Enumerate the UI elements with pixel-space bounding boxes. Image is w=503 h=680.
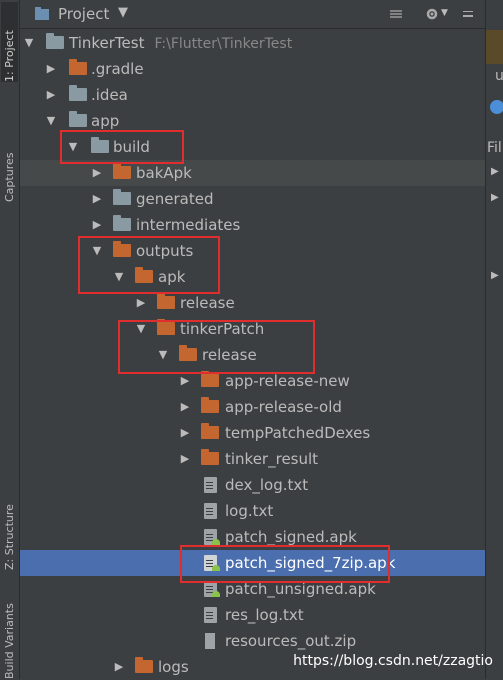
right-partial-label-file: Fil bbox=[487, 140, 502, 156]
right-arrow-icon[interactable]: ▶ bbox=[491, 166, 499, 177]
collapse-all-icon[interactable] bbox=[388, 6, 404, 22]
collapsed-arrow-icon[interactable]: ▶ bbox=[112, 654, 126, 680]
tree-row-res-log[interactable]: res_log.txt bbox=[20, 602, 485, 628]
tab-structure-label: Z: Structure bbox=[3, 504, 16, 570]
collapsed-arrow-icon[interactable]: ▶ bbox=[178, 420, 192, 446]
folder-icon bbox=[69, 59, 87, 75]
refresh-icon[interactable] bbox=[490, 100, 503, 114]
tab-captures-label: Captures bbox=[3, 152, 16, 202]
gear-icon[interactable] bbox=[424, 6, 440, 22]
right-partial-label: u bbox=[495, 68, 503, 84]
tab-project-label: 1: Project bbox=[3, 30, 16, 82]
hide-panel-icon[interactable] bbox=[460, 6, 476, 22]
expand-arrow-icon[interactable]: ▼ bbox=[22, 30, 36, 56]
tree-row-resources-out[interactable]: resources_out.zip bbox=[20, 628, 485, 654]
left-tool-strip: 1: Project Captures Z: Structure Build V… bbox=[0, 0, 20, 679]
tab-project[interactable]: 1: Project bbox=[1, 2, 18, 82]
text-file-icon bbox=[204, 503, 217, 519]
module-folder-icon bbox=[69, 111, 87, 127]
expand-arrow-icon[interactable]: ▼ bbox=[44, 108, 58, 134]
tree-label: tinker_result bbox=[225, 450, 319, 468]
folder-icon bbox=[201, 449, 219, 465]
highlight-box-build bbox=[60, 130, 184, 164]
project-panel: Project ▼ ▼ ▼ TinkerTest F:\Flutter\Tinke… bbox=[20, 0, 499, 680]
folder-icon bbox=[113, 189, 131, 205]
android-badge-icon bbox=[212, 591, 220, 597]
tree-label: generated bbox=[136, 190, 214, 208]
folder-icon bbox=[135, 657, 153, 673]
tree-label: tempPatchedDexes bbox=[225, 424, 371, 442]
tree-label: logs bbox=[158, 658, 189, 676]
settings-chevron-icon[interactable]: ▼ bbox=[441, 8, 448, 18]
collapsed-arrow-icon[interactable]: ▶ bbox=[178, 446, 192, 472]
tree-label: app-release-old bbox=[225, 398, 342, 416]
highlight-box-tinkerpatch-release bbox=[118, 320, 315, 374]
right-panel-tab bbox=[486, 30, 503, 64]
tree-label: log.txt bbox=[225, 502, 274, 520]
right-editor-edge: u Fil ▶ ▶ ▶ bbox=[485, 0, 503, 679]
folder-icon bbox=[69, 85, 87, 101]
tree-row-intermediates[interactable]: ▶ intermediates bbox=[20, 212, 485, 238]
tab-build-variants-label: Build Variants bbox=[3, 603, 16, 679]
folder-icon bbox=[157, 293, 175, 309]
highlight-box-patch-signed-7zip bbox=[180, 545, 390, 583]
highlight-box-outputs-apk bbox=[78, 236, 220, 294]
tree-label: .idea bbox=[91, 86, 128, 104]
folder-icon bbox=[201, 371, 219, 387]
tree-label: TinkerTest F:\Flutter\TinkerTest bbox=[69, 34, 293, 52]
tab-captures[interactable]: Captures bbox=[1, 122, 18, 202]
collapsed-arrow-icon[interactable]: ▶ bbox=[90, 212, 104, 238]
right-arrow-icon[interactable]: ▶ bbox=[491, 270, 499, 281]
tree-row-temppatcheddexes[interactable]: ▶ tempPatchedDexes bbox=[20, 420, 485, 446]
tree-label: resources_out.zip bbox=[225, 632, 357, 650]
text-file-icon bbox=[204, 477, 217, 493]
collapsed-arrow-icon[interactable]: ▶ bbox=[44, 82, 58, 108]
panel-header: Project ▼ ▼ bbox=[20, 0, 485, 29]
zip-file-icon bbox=[205, 633, 215, 649]
tree-label: intermediates bbox=[136, 216, 241, 234]
project-view-icon bbox=[35, 7, 49, 20]
panel-title: Project bbox=[58, 5, 110, 23]
folder-icon bbox=[113, 215, 131, 231]
view-dropdown-chevron-icon[interactable]: ▼ bbox=[118, 5, 128, 20]
tab-structure[interactable]: Z: Structure bbox=[1, 470, 18, 570]
tree-row-generated[interactable]: ▶ generated bbox=[20, 186, 485, 212]
collapsed-arrow-icon[interactable]: ▶ bbox=[178, 394, 192, 420]
right-arrow-icon[interactable]: ▶ bbox=[491, 192, 499, 203]
text-file-icon bbox=[204, 607, 217, 623]
tree-row-app-release-old[interactable]: ▶ app-release-old bbox=[20, 394, 485, 420]
tree-label: .gradle bbox=[91, 60, 144, 78]
tree-label: res_log.txt bbox=[225, 606, 304, 624]
tree-row-gradle[interactable]: ▶ .gradle bbox=[20, 56, 485, 82]
tree-row-log[interactable]: log.txt bbox=[20, 498, 485, 524]
tree-row-dex-log[interactable]: dex_log.txt bbox=[20, 472, 485, 498]
folder-icon bbox=[201, 423, 219, 439]
tab-build-variants[interactable]: Build Variants bbox=[1, 596, 18, 679]
watermark: https://blog.csdn.net/zzagtio bbox=[293, 653, 493, 669]
folder-icon bbox=[46, 33, 64, 49]
tree-label: dex_log.txt bbox=[225, 476, 309, 494]
collapsed-arrow-icon[interactable]: ▶ bbox=[44, 56, 58, 82]
tree-row-project-root[interactable]: ▼ TinkerTest F:\Flutter\TinkerTest bbox=[20, 30, 485, 56]
tree-row-tinker-result[interactable]: ▶ tinker_result bbox=[20, 446, 485, 472]
project-path: F:\Flutter\TinkerTest bbox=[154, 36, 293, 52]
collapsed-arrow-icon[interactable]: ▶ bbox=[90, 186, 104, 212]
folder-icon bbox=[113, 163, 131, 179]
folder-icon bbox=[201, 397, 219, 413]
tree-row-idea[interactable]: ▶ .idea bbox=[20, 82, 485, 108]
